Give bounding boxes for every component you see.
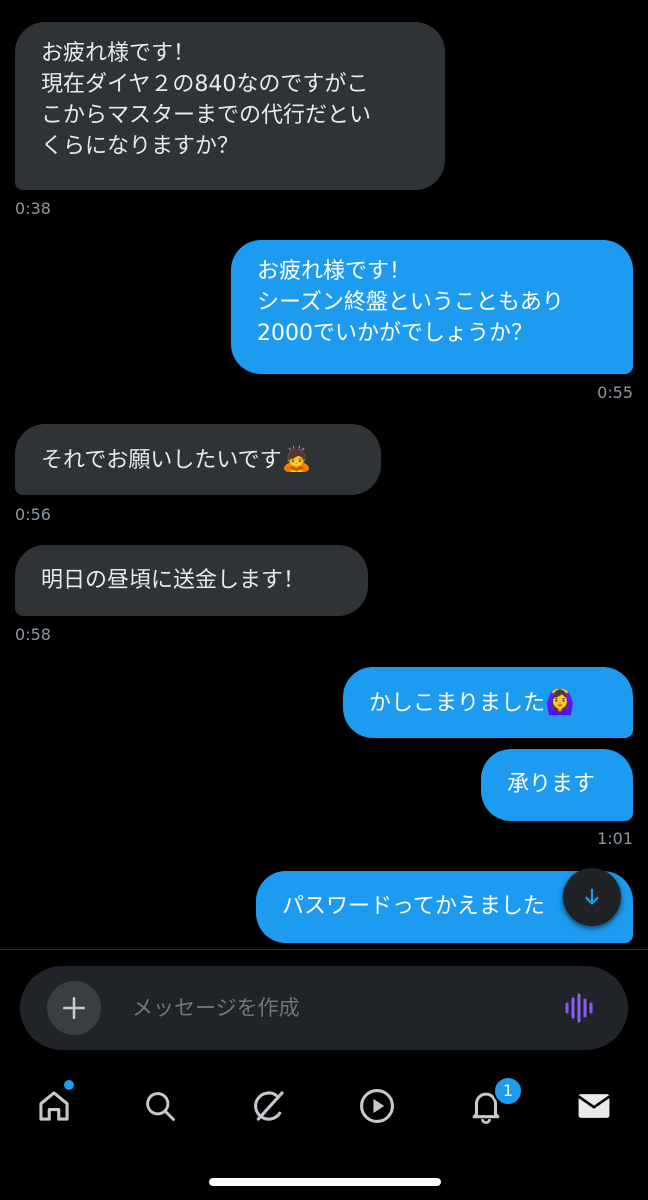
voice-waveform-icon [565,993,593,1023]
message-composer: メッセージを作成 [20,966,628,1050]
message-line: こからマスターまでの代行だとい [41,103,372,128]
voice-message-button[interactable] [560,988,600,1028]
message-thread: お疲れ様です！ 現在ダイヤ２の840なのですがこ こからマスターまでの代行だとい… [0,0,648,948]
message-bubble-outgoing[interactable]: 承ります [481,749,633,821]
mail-icon [577,1094,611,1118]
tab-grok[interactable] [245,1082,293,1130]
message-text: それでお願いしたいです [41,448,282,473]
message-bubble-incoming[interactable]: お疲れ様です！ 現在ダイヤ２の840なのですがこ こからマスターまでの代行だとい… [15,22,445,190]
home-indicator[interactable] [209,1178,441,1186]
message-bubble-incoming[interactable]: それでお願いしたいです🙇 [15,424,381,495]
message-line: お疲れ様です！ [41,41,196,66]
person-gesturing-ok-emoji: 🙆‍♀️ [545,688,575,716]
add-media-button[interactable] [47,981,101,1035]
message-line: 2000でいかがでしょうか？ [257,321,533,346]
message-line: お疲れ様です！ [257,259,412,284]
tab-search[interactable] [136,1082,184,1130]
message-timestamp: 1:01 [597,829,633,848]
message-bubble-outgoing[interactable]: お疲れ様です！ シーズン終盤ということもあり 2000でいかがでしょうか？ [231,240,633,374]
tab-messages[interactable] [570,1082,618,1130]
arrow-down-icon [585,888,599,905]
message-timestamp: 0:55 [597,383,633,402]
scroll-to-bottom-button[interactable] [563,868,621,926]
message-bubble-outgoing[interactable]: かしこまりました🙆‍♀️ [343,667,633,738]
grok-icon [254,1091,284,1121]
message-bubble-incoming[interactable]: 明日の昼頃に送金します！ [15,545,368,616]
person-bowing-emoji: 🙇 [281,445,312,473]
message-text: かしこまりました [369,691,546,716]
search-icon [146,1092,175,1121]
bottom-tab-bar [0,1070,648,1140]
notifications-badge: 1 [493,1076,523,1106]
tab-video[interactable] [353,1082,401,1130]
message-text: 明日の昼頃に送金します！ [41,568,306,593]
message-text: パスワードってかえました [282,894,545,919]
message-input[interactable]: メッセージを作成 [132,992,300,1024]
message-line: 現在ダイヤ２の840なのですがこ [41,72,369,97]
divider [0,949,648,950]
message-timestamp: 0:58 [15,625,51,644]
play-icon [360,1089,394,1123]
message-text: 承ります [507,772,596,797]
plus-icon [62,996,86,1020]
message-line: くらになりますか？ [41,134,240,159]
message-timestamp: 0:56 [15,505,51,524]
message-line: シーズン終盤ということもあり [257,290,564,315]
message-timestamp: 0:38 [15,199,51,218]
home-unread-dot [62,1078,76,1092]
home-icon [39,1091,69,1121]
